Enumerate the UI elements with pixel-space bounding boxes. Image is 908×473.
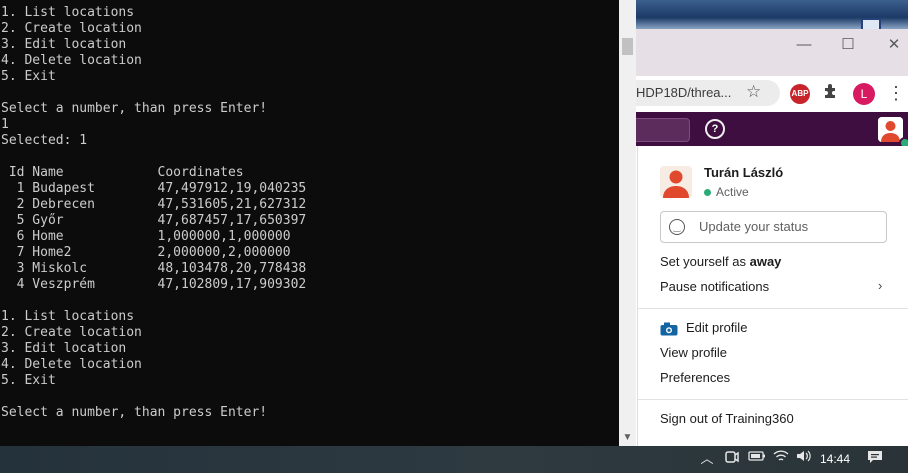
address-bar: HDP18D/threa... ☆ ABP L ⋮ bbox=[636, 76, 908, 113]
scroll-down-icon[interactable]: ▼ bbox=[622, 432, 633, 444]
avatar bbox=[660, 166, 692, 198]
close-button[interactable]: ✕ bbox=[885, 36, 903, 54]
away-label: away bbox=[749, 254, 782, 269]
taskbar-clock[interactable]: 14:44 bbox=[820, 449, 850, 469]
edit-profile-icon bbox=[660, 322, 678, 336]
update-status-input[interactable]: ‿ Update your status bbox=[660, 211, 887, 243]
scroll-thumb[interactable] bbox=[622, 38, 633, 55]
maximize-button[interactable]: ☐ bbox=[839, 36, 857, 54]
notification-icon[interactable] bbox=[866, 449, 884, 469]
console-scrollbar[interactable]: ▼ bbox=[619, 0, 636, 446]
status-placeholder: Update your status bbox=[699, 219, 809, 234]
user-avatar-button[interactable] bbox=[878, 117, 903, 142]
sign-out-item[interactable]: Sign out of Training360 bbox=[660, 411, 794, 426]
active-status-dot bbox=[704, 189, 711, 196]
chevron-right-icon: › bbox=[878, 278, 883, 293]
console-window[interactable]: 1. List locations 2. Create location 3. … bbox=[0, 0, 619, 446]
wifi-icon[interactable] bbox=[772, 449, 790, 469]
chevron-up-icon[interactable]: ︿ bbox=[699, 449, 715, 469]
search-input[interactable] bbox=[636, 118, 690, 142]
desktop-wallpaper bbox=[636, 0, 908, 36]
set-away-item[interactable]: Set yourself as away bbox=[660, 254, 781, 269]
edit-profile-item[interactable]: Edit profile bbox=[686, 320, 747, 335]
set-away-label: Set yourself as bbox=[660, 254, 750, 269]
kebab-menu-icon[interactable]: ⋮ bbox=[886, 82, 906, 104]
slack-top-bar: ? bbox=[636, 112, 908, 149]
minimize-button[interactable]: — bbox=[795, 36, 813, 54]
menu-divider bbox=[638, 399, 908, 400]
browser-titlebar: — ☐ ✕ bbox=[636, 29, 908, 76]
menu-divider bbox=[638, 308, 908, 309]
console-output: 1. List locations 2. Create location 3. … bbox=[1, 5, 307, 420]
pause-notifications-item[interactable]: Pause notifications bbox=[660, 279, 769, 294]
extensions-puzzle-icon[interactable] bbox=[822, 82, 840, 105]
view-profile-item[interactable]: View profile bbox=[660, 345, 727, 360]
profile-menu: Turán László Active ‿ Update your status… bbox=[637, 146, 908, 446]
url-text: HDP18D/threa... bbox=[636, 85, 732, 100]
user-name: Turán László bbox=[704, 165, 784, 180]
url-field[interactable]: HDP18D/threa... ☆ bbox=[636, 80, 780, 106]
active-status-label: Active bbox=[716, 185, 749, 199]
preferences-item[interactable]: Preferences bbox=[660, 370, 730, 385]
volume-icon[interactable] bbox=[794, 449, 812, 469]
smiley-icon: ‿ bbox=[669, 219, 685, 235]
profile-avatar[interactable]: L bbox=[853, 83, 875, 105]
help-icon[interactable]: ? bbox=[705, 119, 725, 139]
bookmark-star-icon[interactable]: ☆ bbox=[746, 82, 761, 102]
browser-window: — ☐ ✕ HDP18D/threa... ☆ ABP L ⋮ ? Turán … bbox=[636, 0, 908, 446]
taskbar: ︿ 14:44 bbox=[0, 446, 908, 473]
adblock-plus-icon[interactable]: ABP bbox=[790, 84, 810, 104]
battery-icon[interactable] bbox=[747, 449, 767, 469]
meet-icon[interactable] bbox=[723, 449, 741, 469]
